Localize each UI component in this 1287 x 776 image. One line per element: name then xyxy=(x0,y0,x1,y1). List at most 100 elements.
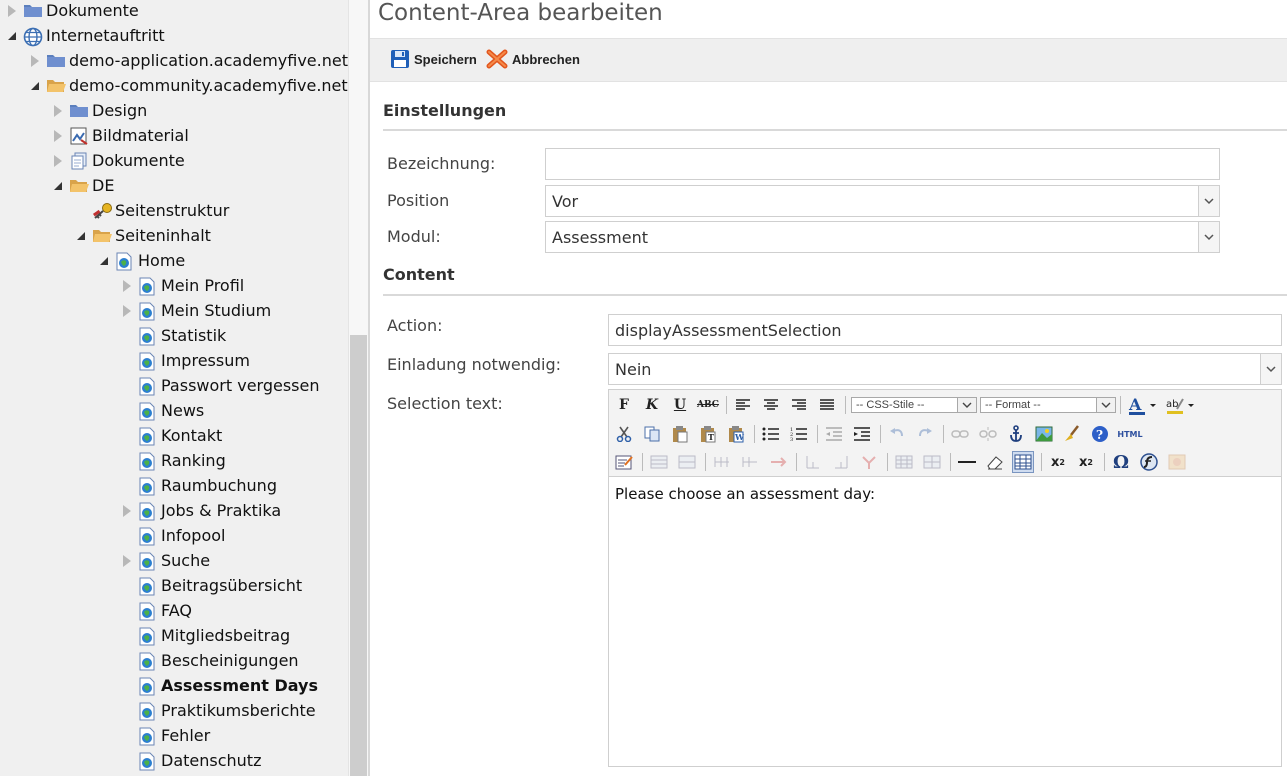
cut-icon[interactable] xyxy=(613,423,635,445)
table-delete-col-icon[interactable] xyxy=(767,451,789,473)
align-right-icon[interactable] xyxy=(788,394,810,416)
table-col-before-icon[interactable] xyxy=(711,451,733,473)
tree-node[interactable]: Fehler xyxy=(120,723,210,748)
tree-node[interactable]: News xyxy=(120,398,204,423)
table-col-after-icon[interactable] xyxy=(739,451,761,473)
expand-arrow-icon[interactable] xyxy=(51,148,65,173)
cleanup-brush-icon[interactable] xyxy=(1061,423,1083,445)
align-justify-icon[interactable] xyxy=(816,394,838,416)
table-props-icon[interactable] xyxy=(893,451,915,473)
table-row-after-icon[interactable] xyxy=(676,451,698,473)
eraser-icon[interactable] xyxy=(984,451,1006,473)
position-select[interactable]: Vor xyxy=(545,185,1220,217)
link-icon[interactable] xyxy=(949,423,971,445)
format-select[interactable]: -- Format -- xyxy=(980,397,1116,413)
tree-node[interactable]: Bescheinigungen xyxy=(120,648,299,673)
image-icon[interactable] xyxy=(1033,423,1055,445)
special-char-icon[interactable]: Ω xyxy=(1110,451,1132,473)
undo-icon[interactable] xyxy=(886,423,908,445)
underline-button[interactable]: U xyxy=(669,394,691,416)
tree-node[interactable]: Datenschutz xyxy=(120,748,261,773)
expand-arrow-icon[interactable] xyxy=(120,498,134,523)
paste-icon[interactable] xyxy=(669,423,691,445)
tree-node[interactable]: Design xyxy=(51,98,147,123)
table-merge-cell-icon[interactable] xyxy=(830,451,852,473)
tree-node[interactable]: Suche xyxy=(120,548,210,573)
einladung-select[interactable]: Nein xyxy=(608,353,1282,385)
tree-node[interactable]: Internetauftritt xyxy=(5,23,165,48)
collapse-arrow-icon[interactable] xyxy=(74,223,88,248)
tree-node[interactable]: Raumbuchung xyxy=(120,473,277,498)
editor-content[interactable]: Please choose an assessment day: xyxy=(615,485,875,503)
html-source-button[interactable]: HTML xyxy=(1117,423,1143,445)
table-row-before-icon[interactable] xyxy=(648,451,670,473)
anchor-icon[interactable] xyxy=(1005,423,1027,445)
italic-button[interactable]: K xyxy=(641,394,663,416)
bezeichnung-input[interactable] xyxy=(545,148,1220,180)
indent-icon[interactable] xyxy=(851,423,873,445)
action-input[interactable]: displayAssessmentSelection xyxy=(608,314,1282,346)
tree-node[interactable]: demo-application.academyfive.net xyxy=(28,48,348,73)
tree-node[interactable]: Jobs & Praktika xyxy=(120,498,281,523)
outdent-icon[interactable] xyxy=(823,423,845,445)
tree-node[interactable]: Bildmaterial xyxy=(51,123,189,148)
bullet-list-icon[interactable] xyxy=(760,423,782,445)
chevron-down-icon[interactable] xyxy=(1198,222,1219,252)
expand-arrow-icon[interactable] xyxy=(5,0,19,23)
table-delete-row-icon[interactable] xyxy=(858,451,880,473)
redo-icon[interactable] xyxy=(914,423,936,445)
tree-node[interactable]: Mein Studium xyxy=(120,298,271,323)
background-color-icon[interactable]: ab xyxy=(1164,394,1196,416)
cell-props-icon[interactable] xyxy=(921,451,943,473)
collapse-arrow-icon[interactable] xyxy=(28,73,42,98)
tree-node[interactable]: Seiteninhalt xyxy=(74,223,211,248)
align-left-icon[interactable] xyxy=(732,394,754,416)
collapse-arrow-icon[interactable] xyxy=(51,173,65,198)
superscript-icon[interactable]: x2 xyxy=(1075,451,1097,473)
modul-select[interactable]: Assessment xyxy=(545,221,1220,253)
align-center-icon[interactable] xyxy=(760,394,782,416)
expand-arrow-icon[interactable] xyxy=(120,298,134,323)
help-icon[interactable]: ? xyxy=(1089,423,1111,445)
tree-node[interactable]: Impressum xyxy=(120,348,250,373)
tree-node[interactable]: DE xyxy=(51,173,114,198)
flash-icon[interactable] xyxy=(1138,451,1160,473)
tree-node[interactable]: Infopool xyxy=(120,523,225,548)
tree-node[interactable]: Home xyxy=(97,248,185,273)
tree-node[interactable]: Seitenstruktur xyxy=(74,198,229,223)
smiley-icon[interactable] xyxy=(1166,451,1188,473)
table-split-cell-icon[interactable] xyxy=(802,451,824,473)
tree-node[interactable]: FAQ xyxy=(120,598,192,623)
expand-arrow-icon[interactable] xyxy=(51,98,65,123)
bold-button[interactable]: F xyxy=(613,394,635,416)
tree-node[interactable]: Praktikumsberichte xyxy=(120,698,316,723)
tree-node[interactable]: Mitgliedsbeitrag xyxy=(120,623,290,648)
horizontal-rule-icon[interactable] xyxy=(956,451,978,473)
chevron-down-icon[interactable] xyxy=(1260,354,1281,384)
collapse-arrow-icon[interactable] xyxy=(5,23,19,48)
text-color-icon[interactable]: A xyxy=(1126,394,1158,416)
tree-node[interactable]: Mein Profil xyxy=(120,273,244,298)
unlink-icon[interactable] xyxy=(977,423,999,445)
edit-form-icon[interactable] xyxy=(613,451,635,473)
strikethrough-button[interactable]: ABC xyxy=(697,394,719,416)
save-button[interactable]: Speichern xyxy=(390,49,477,69)
table-insert-icon[interactable] xyxy=(1012,451,1034,473)
expand-arrow-icon[interactable] xyxy=(120,273,134,298)
chevron-down-icon[interactable] xyxy=(1198,186,1219,216)
copy-icon[interactable] xyxy=(641,423,663,445)
tree-node[interactable]: Dokumente xyxy=(51,148,185,173)
tree-node[interactable]: Dokumente xyxy=(5,0,139,23)
tree-scrollbar-thumb[interactable] xyxy=(350,335,367,776)
tree-node[interactable]: demo-community.academyfive.net xyxy=(28,73,348,98)
tree-node[interactable]: Assessment Days xyxy=(120,673,318,698)
paste-word-icon[interactable]: W xyxy=(725,423,747,445)
css-styles-select[interactable]: -- CSS-Stile -- xyxy=(851,397,977,413)
tree-node[interactable]: Kontakt xyxy=(120,423,222,448)
subscript-icon[interactable]: x2 xyxy=(1047,451,1069,473)
expand-arrow-icon[interactable] xyxy=(120,548,134,573)
expand-arrow-icon[interactable] xyxy=(28,48,42,73)
tree-node[interactable]: Statistik xyxy=(120,323,226,348)
cancel-button[interactable]: Abbrechen xyxy=(486,49,580,69)
tree-node[interactable]: Ranking xyxy=(120,448,226,473)
